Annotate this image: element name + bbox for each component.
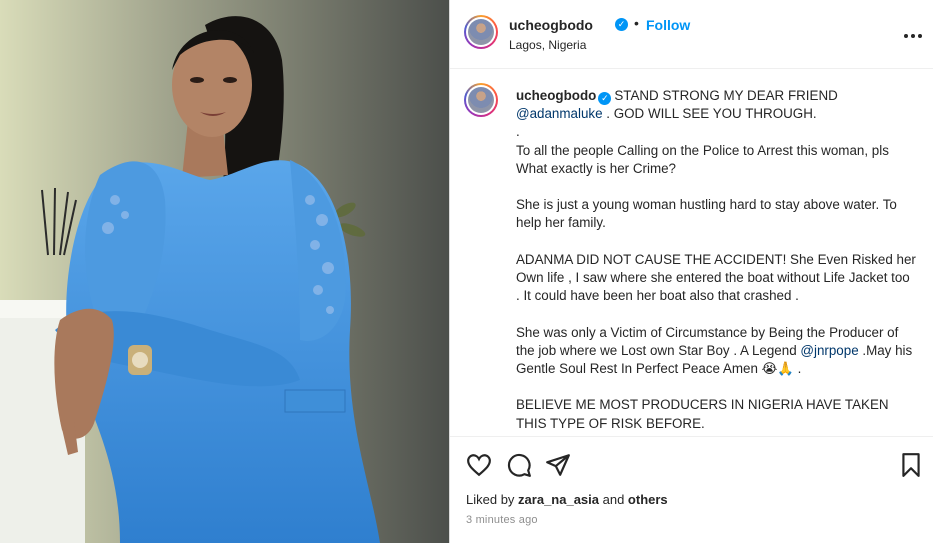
separator-dot: • bbox=[634, 15, 639, 31]
profile-avatar[interactable] bbox=[464, 15, 498, 49]
caption-paragraph: To all the people Calling on the Police … bbox=[516, 142, 893, 176]
more-options-icon[interactable] bbox=[903, 23, 923, 44]
verified-badge-icon: ✓ bbox=[615, 18, 628, 31]
caption-line2: . GOD WILL SEE YOU THROUGH. bbox=[602, 106, 817, 122]
caption-paragraph: BELIEVE ME MOST PRODUCERS IN NIGERIA HAV… bbox=[516, 397, 893, 431]
liked-by-user[interactable]: zara_na_asia bbox=[518, 492, 599, 507]
likes-others[interactable]: others bbox=[628, 492, 668, 507]
caption-dot: . bbox=[516, 124, 520, 140]
mention-link[interactable]: @jnrpope bbox=[800, 343, 858, 358]
caption-text: ucheogbodo ✓ STAND STRONG MY DEAR FRIEND @… bbox=[516, 87, 916, 433]
header-username[interactable]: ucheogbodo bbox=[509, 17, 593, 33]
photo-illustration bbox=[0, 0, 449, 543]
post-timestamp[interactable]: 3 minutes ago bbox=[466, 514, 538, 526]
likes-prefix: Liked by bbox=[466, 492, 519, 507]
caption-username[interactable]: ucheogbodo bbox=[516, 88, 596, 103]
caption-line1: STAND STRONG MY DEAR FRIEND bbox=[614, 88, 838, 103]
location-link[interactable]: Lagos, Nigeria bbox=[509, 38, 586, 52]
caption-avatar[interactable] bbox=[464, 83, 498, 117]
caption-paragraph: She is just a young woman hustling hard … bbox=[516, 197, 901, 231]
instagram-post: ucheogbodo ✓ • Follow Lagos, Nigeria uch… bbox=[0, 0, 933, 543]
action-bar: Liked by zara_na_asia and others 3 minut… bbox=[450, 436, 933, 544]
heart-icon[interactable] bbox=[466, 452, 492, 478]
bookmark-icon[interactable] bbox=[898, 452, 924, 478]
caption-paragraph: ADANMA DID NOT CAUSE THE ACCIDENT! She E… bbox=[516, 251, 920, 304]
caption-area: ucheogbodo ✓ STAND STRONG MY DEAR FRIEND @… bbox=[450, 69, 933, 436]
share-icon[interactable] bbox=[545, 452, 571, 478]
post-photo[interactable] bbox=[0, 0, 449, 543]
post-side-panel: ucheogbodo ✓ • Follow Lagos, Nigeria uch… bbox=[449, 0, 933, 543]
mention-link[interactable]: @adanmaluke bbox=[516, 106, 603, 121]
verified-badge-icon: ✓ bbox=[598, 92, 612, 105]
likes-summary: Liked by zara_na_asia and others bbox=[466, 492, 668, 507]
follow-button[interactable]: Follow bbox=[646, 17, 690, 33]
post-header: ucheogbodo ✓ • Follow Lagos, Nigeria bbox=[450, 0, 933, 69]
comment-icon[interactable] bbox=[506, 452, 532, 478]
likes-and: and bbox=[599, 492, 628, 507]
